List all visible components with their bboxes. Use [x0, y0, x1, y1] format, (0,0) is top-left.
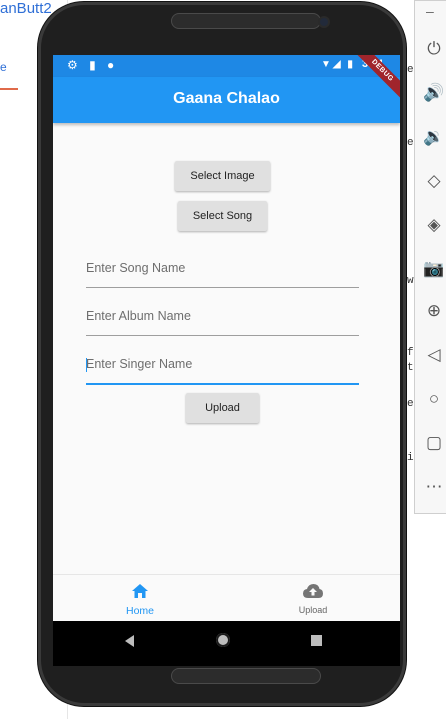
more-icon[interactable]: ⋯ — [421, 475, 446, 499]
nav-label-upload: Upload — [298, 605, 328, 615]
bottom-navigation: Home Upload — [53, 574, 400, 621]
editor-letter: t — [407, 362, 414, 374]
select-song-button[interactable]: Select Song — [178, 201, 267, 231]
editor-letter: i — [407, 452, 414, 464]
editor-letter: e — [407, 64, 414, 76]
song-name-field — [86, 251, 359, 288]
volume-down-icon[interactable]: 🔉 — [421, 125, 446, 149]
upload-button[interactable]: Upload — [186, 393, 259, 423]
overview-icon[interactable]: ▢ — [421, 431, 446, 455]
system-navigation-bar — [53, 621, 400, 666]
emulator-toolbar: – ⏻ 🔊 🔉 ◇ ◈ 📷 ⊕ ◁ ○ ▢ ⋯ — [414, 0, 446, 514]
select-image-button[interactable]: Select Image — [175, 161, 270, 191]
recents-square-icon[interactable] — [311, 635, 322, 646]
nav-label-home: Home — [125, 605, 154, 617]
album-name-input[interactable] — [86, 309, 359, 323]
status-bar: ⚙ ▮ ● ▼◢ ▮ 3:01 — [53, 55, 400, 77]
song-name-input[interactable] — [86, 261, 359, 275]
signal-icon: ▼◢ ▮ — [321, 59, 355, 70]
rotate-right-icon[interactable]: ◈ — [421, 213, 446, 237]
app-title: Gaana Chalao — [173, 90, 280, 107]
nav-item-upload[interactable]: Upload — [226, 575, 400, 621]
editor-letter: e — [407, 398, 414, 410]
home-icon — [53, 583, 227, 601]
status-icons-left: ⚙ ▮ ● — [67, 58, 119, 72]
cloud-upload-icon — [226, 583, 400, 601]
text-cursor — [86, 358, 87, 372]
camera-icon[interactable]: 📷 — [421, 257, 446, 281]
singer-name-input[interactable] — [86, 357, 359, 371]
editor-letter: f — [407, 347, 414, 359]
back-triangle-icon[interactable] — [125, 635, 134, 647]
editor-tab-char: e — [0, 60, 7, 74]
editor-letter: w — [407, 275, 414, 287]
nav-item-home[interactable]: Home — [53, 575, 227, 621]
rotate-left-icon[interactable]: ◇ — [421, 169, 446, 193]
minimize-icon[interactable]: – — [426, 3, 434, 19]
app-bar: Gaana Chalao — [53, 77, 400, 123]
home-circle-icon[interactable] — [216, 633, 230, 647]
bottom-speaker — [171, 668, 321, 684]
singer-name-field — [86, 347, 359, 385]
earpiece-speaker — [171, 13, 321, 29]
back-icon[interactable]: ◁ — [421, 343, 446, 367]
volume-up-icon[interactable]: 🔊 — [421, 81, 446, 105]
phone-screen: ⚙ ▮ ● ▼◢ ▮ 3:01 Gaana Chalao DEBUG Selec… — [53, 55, 400, 621]
phone-device: ⚙ ▮ ● ▼◢ ▮ 3:01 Gaana Chalao DEBUG Selec… — [38, 2, 406, 706]
power-icon[interactable]: ⏻ — [421, 37, 446, 61]
zoom-icon[interactable]: ⊕ — [421, 299, 446, 323]
editor-letter: e — [407, 137, 414, 149]
editor-tab-indicator — [0, 88, 18, 90]
album-name-field — [86, 299, 359, 336]
front-camera — [320, 18, 328, 26]
home-icon[interactable]: ○ — [421, 387, 446, 411]
